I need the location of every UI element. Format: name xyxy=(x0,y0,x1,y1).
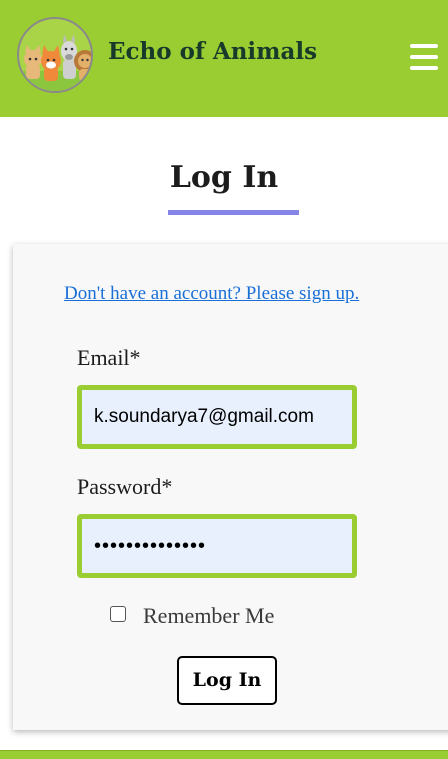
page-title: Log In xyxy=(169,160,279,195)
brand-name[interactable]: Echo of Animals xyxy=(108,38,317,65)
login-button[interactable]: Log In xyxy=(177,656,277,705)
animals-logo-icon[interactable] xyxy=(17,17,93,93)
footer-bar xyxy=(0,750,448,759)
password-label: Password* xyxy=(77,474,173,499)
password-field[interactable]: •••••••••••••• xyxy=(77,514,357,578)
email-field[interactable]: k.soundarya7@gmail.com xyxy=(77,385,357,449)
remember-me-label[interactable]: Remember Me xyxy=(143,603,274,629)
signup-link[interactable]: Don't have an account? Please sign up. xyxy=(64,283,359,305)
remember-me-checkbox[interactable] xyxy=(110,606,126,622)
site-header: Echo of Animals xyxy=(0,0,448,117)
hamburger-menu-icon[interactable] xyxy=(410,44,438,70)
email-label: Email* xyxy=(77,345,141,370)
title-underline xyxy=(168,210,299,215)
